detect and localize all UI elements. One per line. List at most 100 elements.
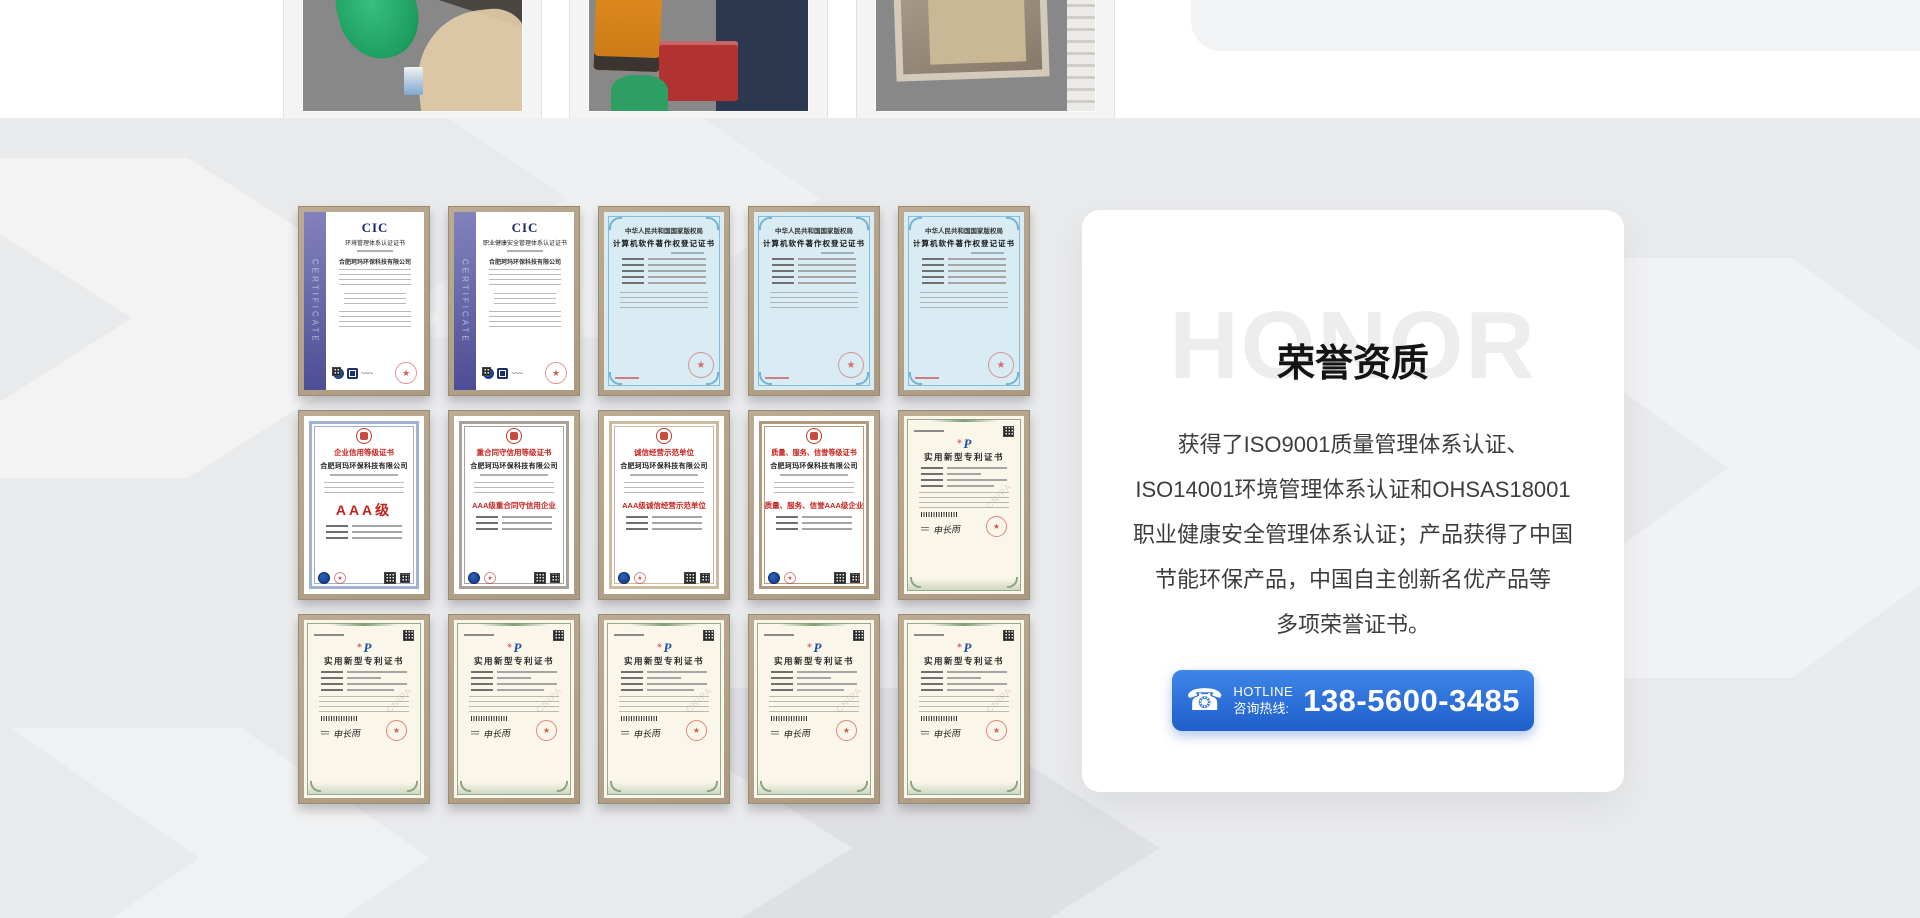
certificate-software-copyright[interactable]: 中华人民共和国国家版权局 计算机软件著作权登记证书 ★ — [598, 206, 730, 396]
field-row — [621, 677, 707, 679]
certificate-ohs-iso[interactable]: CERTIFICATE CIC 职业健康安全管理体系认证证书 合肥珂玛环保科技有… — [448, 206, 580, 396]
rating-text: 质量、服务、信誉AAA级企业 — [765, 500, 864, 511]
rating-agency-logo — [618, 572, 630, 584]
red-emblem-icon — [656, 428, 672, 444]
red-seal-icon: ★ — [836, 720, 857, 741]
certificate-body: 企业信用等级证书 合肥珂玛环保科技有限公司 AAA级 ★ — [316, 428, 412, 584]
red-seal-icon: ★ — [986, 516, 1007, 537]
certificate-body: CIC 环境管理体系认证证书 合肥珂玛环保科技有限公司 ~~~ ★ — [326, 212, 424, 390]
red-seal-icon: ★ — [545, 362, 567, 384]
field-row — [626, 522, 702, 524]
text-lines — [769, 696, 859, 712]
text-lines — [619, 696, 709, 712]
field-row — [922, 270, 1006, 272]
certificate-grid: CERTIFICATE CIC 环境管理体系认证证书 合肥珂玛环保科技有限公司 … — [298, 206, 1030, 804]
certificate-environment-iso[interactable]: CERTIFICATE CIC 环境管理体系认证证书 合肥珂玛环保科技有限公司 … — [298, 206, 430, 396]
certificate-title: 环境管理体系认证证书 — [345, 238, 405, 247]
rating-text: AAA级诚信经营示范单位 — [622, 500, 706, 511]
certificate-body: 重合同守信用等级证书 合肥珂玛环保科技有限公司 AAA级重合同守信用企业 ★ — [466, 428, 562, 584]
qr-code-icon — [1003, 426, 1014, 437]
barcode-icon — [771, 716, 807, 721]
field-row — [621, 689, 707, 691]
field-row — [622, 270, 706, 272]
certificate-title: 实用新型专利证书 — [911, 451, 1017, 463]
certificate-paper: CERTIFICATE CIC 职业健康安全管理体系认证证书 合肥珂玛环保科技有… — [454, 212, 574, 390]
green-footer-band — [308, 782, 420, 794]
certificate-number-line — [314, 634, 344, 636]
certificate-enterprise-credit[interactable]: 企业信用等级证书 合肥珂玛环保科技有限公司 AAA级 ★ — [298, 410, 430, 600]
concrete-pit-photo — [876, 0, 1095, 111]
excavation-site-photo — [303, 0, 522, 111]
certificate-utility-patent[interactable]: ✳P 实用新型专利证书 CNIPA 申长雨 ★ — [898, 614, 1030, 804]
certificate-utility-patent[interactable]: ✳P 实用新型专利证书 CNIPA 申长雨 ★ — [598, 614, 730, 804]
certificate-title: 实用新型专利证书 — [311, 655, 417, 667]
certificate-quality-service[interactable]: 质量、服务、信誉等级证书 合肥珂玛环保科技有限公司 质量、服务、信誉AAA级企业… — [748, 410, 880, 600]
red-seal-icon: ★ — [686, 720, 707, 741]
text-lines — [494, 293, 556, 305]
certificate-utility-patent[interactable]: ✳P 实用新型专利证书 CNIPA 申长雨 ★ — [748, 614, 880, 804]
red-emblem-icon — [356, 428, 372, 444]
corner-flourish-icon — [609, 217, 622, 230]
certificate-paper: 中华人民共和国国家版权局 计算机软件著作权登记证书 ★ — [754, 212, 874, 390]
certificate-footer: ★ — [466, 572, 562, 584]
certificate-paper: ✳P 实用新型专利证书 CNIPA 申长雨 ★ — [904, 620, 1024, 798]
field-row — [776, 516, 852, 518]
text-lines — [489, 269, 561, 287]
text-lines — [507, 250, 542, 252]
certificate-utility-patent[interactable]: ✳P 实用新型专利证书 CNIPA 申长雨 ★ — [448, 614, 580, 804]
cnipa-logo: ✳P — [611, 641, 717, 654]
description-line: 获得了ISO9001质量管理体系认证、 — [1110, 422, 1596, 467]
text-lines — [630, 474, 697, 476]
certificate-integrity-model[interactable]: 诚信经营示范单位 合肥珂玛环保科技有限公司 AAA级诚信经营示范单位 ★ — [598, 410, 730, 600]
certificate-title: 实用新型专利证书 — [461, 655, 567, 667]
certificate-paper: ✳P 实用新型专利证书 CNIPA 申长雨 ★ — [904, 416, 1024, 594]
signature-row: 申长雨 ★ — [621, 723, 707, 744]
red-seal-icon: ★ — [386, 720, 407, 741]
certificate-title: 计算机软件著作权登记证书 — [612, 238, 716, 249]
field-row — [921, 479, 1007, 481]
certificate-software-copyright[interactable]: 中华人民共和国国家版权局 计算机软件著作权登记证书 ★ — [898, 206, 1030, 396]
field-row — [471, 689, 557, 691]
green-net — [611, 75, 668, 111]
certificate-software-copyright[interactable]: 中华人民共和国国家版权局 计算机软件著作权登记证书 ★ — [748, 206, 880, 396]
qr-code-icon — [550, 573, 560, 583]
certificate-footer: ★ — [616, 572, 712, 584]
certificate-paper: 诚信经营示范单位 合肥珂玛环保科技有限公司 AAA级诚信经营示范单位 ★ — [604, 416, 724, 594]
qr-code-icon — [1003, 630, 1014, 641]
barcode-icon — [471, 716, 507, 721]
certificate-title: 企业信用等级证书 — [334, 447, 394, 458]
certificate-number-line — [464, 634, 494, 636]
text-lines — [620, 292, 708, 308]
field-row — [626, 528, 702, 530]
description-line: ISO14001环境管理体系认证和OHSAS18001 — [1110, 467, 1596, 512]
field-row — [471, 671, 557, 673]
red-star-seal-icon: ★ — [484, 572, 496, 584]
qr-code-icon — [684, 572, 696, 584]
green-footer-band — [908, 782, 1020, 794]
issuer-heading: 中华人民共和国国家版权局 — [912, 225, 1016, 235]
field-row — [471, 677, 557, 679]
field-row — [622, 276, 706, 278]
corner-flourish-icon — [856, 217, 869, 230]
red-emblem-icon — [506, 428, 522, 444]
text-lines — [780, 474, 847, 476]
company-name: 合肥珂玛环保科技有限公司 — [320, 461, 408, 471]
field-row — [326, 525, 402, 527]
hotline-button[interactable]: ☎ HOTLINE 咨询热线: 138-5600-3485 — [1172, 670, 1534, 731]
field-row — [922, 264, 1006, 266]
certificate-number-line — [914, 634, 944, 636]
director-signature: 申长雨 — [933, 726, 961, 741]
certificate-utility-patent[interactable]: ✳P 实用新型专利证书 CNIPA 申长雨 ★ — [898, 410, 1030, 600]
field-row — [921, 671, 1007, 673]
certificate-utility-patent[interactable]: ✳P 实用新型专利证书 CNIPA 申长雨 ★ — [298, 614, 430, 804]
text-lines — [357, 250, 392, 252]
text-lines — [919, 492, 1009, 508]
certificate-contract-trustworthy[interactable]: 重合同守信用等级证书 合肥珂玛环保科技有限公司 AAA级重合同守信用企业 ★ — [448, 410, 580, 600]
red-seal-icon: ★ — [838, 352, 864, 378]
green-footer-band — [908, 578, 1020, 590]
issuer-heading: 中华人民共和国国家版权局 — [762, 225, 866, 235]
certificate-paper: 质量、服务、信誉等级证书 合肥珂玛环保科技有限公司 质量、服务、信誉AAA级企业… — [754, 416, 874, 594]
red-seal-icon: ★ — [986, 720, 1007, 741]
field-row — [321, 683, 407, 685]
sand-area — [411, 5, 522, 111]
